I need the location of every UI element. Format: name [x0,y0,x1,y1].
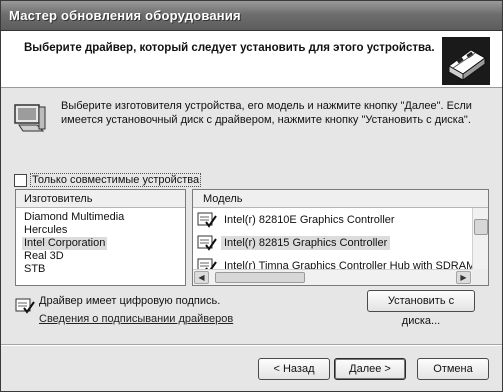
manufacturer-header-label: Изготовитель [24,193,93,205]
manufacturer-item-selected[interactable]: Intel Corporation [22,237,108,250]
manufacturer-list[interactable]: Изготовитель Diamond Multimedia Hercules… [15,189,186,286]
wizard-header: Выберите драйвер, который следует устано… [1,31,502,88]
model-list[interactable]: Модель Intel(r) 82810E Graphics Controll… [192,189,489,286]
compatible-only-checkbox[interactable]: Только совместимые устройства [14,173,202,187]
back-button[interactable]: < Назад [258,358,330,380]
window-title: Мастер обновления оборудования [9,8,241,23]
instructions-text: Выберите изготовителя устройства, его мо… [61,99,491,127]
manufacturer-item[interactable]: STB [22,263,47,276]
instructions-line-2: имеется установочный диск с драйвером, н… [61,114,471,126]
checkbox-box[interactable] [14,173,27,187]
signed-driver-icon [197,235,217,251]
model-column-header[interactable]: Модель [193,190,488,208]
scroll-left-arrow-icon[interactable]: ◀ [194,271,209,284]
scroll-right-arrow-icon[interactable]: ▶ [456,271,471,284]
title-bar[interactable]: Мастер обновления оборудования [1,1,502,31]
model-item-selected[interactable]: Intel(r) 82815 Graphics Controller [197,232,391,254]
next-button[interactable]: Далее > [334,358,406,380]
horizontal-scroll-thumb[interactable] [215,272,305,283]
page-heading: Выберите драйвер, который следует устано… [24,42,435,54]
manufacturer-item[interactable]: Hercules [22,224,69,237]
model-header-label: Модель [203,193,243,205]
instructions-line-1: Выберите изготовителя устройства, его мо… [61,100,472,112]
have-disk-button[interactable]: Установить с диска... [367,290,475,327]
vertical-scroll-thumb[interactable] [474,219,488,235]
manufacturer-item[interactable]: Diamond Multimedia [22,211,126,224]
model-vertical-scrollbar[interactable] [472,208,488,269]
manufacturer-column-header[interactable]: Изготовитель [16,190,185,208]
scrollbar-corner [472,269,488,285]
manufacturer-item[interactable]: Real 3D [22,250,66,263]
compatible-only-label[interactable]: Только совместимые устройства [30,173,202,187]
button-separator [1,344,502,346]
model-label: Intel(r) 82810E Graphics Controller [224,214,395,226]
model-horizontal-scrollbar[interactable]: ◀ ▶ [193,269,472,285]
hardware-card-icon [442,37,490,85]
model-item[interactable]: Intel(r) 82810E Graphics Controller [197,209,398,231]
model-label: Intel(r) 82815 Graphics Controller [221,236,391,250]
hardware-device-icon [14,104,46,132]
digital-signature-icon [15,298,35,314]
wizard-window: Мастер обновления оборудования Выберите … [0,0,503,392]
signature-status-text: Драйвер имеет цифровую подпись. [39,295,221,307]
signed-driver-icon [197,212,217,228]
cancel-button[interactable]: Отмена [417,358,489,380]
driver-signing-link[interactable]: Сведения о подписывании драйверов [39,313,233,325]
